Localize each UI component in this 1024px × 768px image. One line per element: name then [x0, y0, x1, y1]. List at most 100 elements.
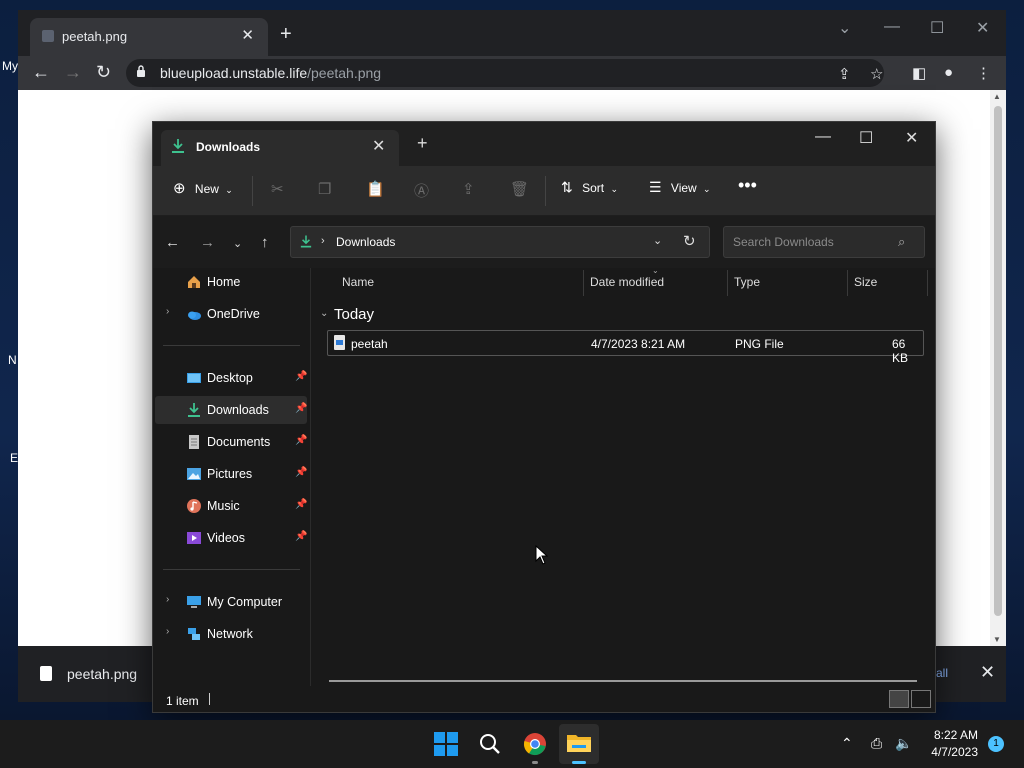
chevron-down-icon[interactable]: ⌄ — [653, 234, 662, 247]
show-all-link[interactable]: all — [936, 666, 948, 680]
page-scrollbar[interactable]: ▲ ▼ — [990, 90, 1006, 646]
view-button[interactable]: ☰ View ⌄ — [649, 179, 711, 196]
notification-badge[interactable]: 1 — [988, 736, 1004, 752]
column-divider[interactable] — [847, 270, 848, 296]
delete-icon[interactable]: 🗑 — [510, 180, 529, 198]
new-button[interactable]: ⊕ New ⌄ — [173, 179, 233, 197]
browser-tab[interactable]: peetah.png ✕ — [30, 18, 268, 56]
sidebar-item-documents[interactable]: Documents 📌 — [155, 428, 307, 456]
table-row[interactable]: peetah 4/7/2023 8:21 AM PNG File 66 KB — [327, 330, 924, 365]
clock-time[interactable]: 8:22 AM — [928, 728, 978, 742]
back-icon[interactable]: ← — [32, 62, 50, 82]
divider — [163, 569, 300, 570]
sidebar-item-desktop[interactable]: Desktop 📌 — [155, 364, 307, 392]
reload-icon[interactable]: ↻ — [96, 62, 111, 82]
group-header[interactable]: Today — [334, 306, 374, 323]
show-hidden-icons-icon[interactable]: ⌃ — [841, 735, 853, 752]
column-header-size[interactable]: Size — [854, 275, 877, 289]
details-view-icon[interactable] — [889, 690, 909, 708]
pin-icon[interactable]: 📌 — [295, 371, 307, 382]
pin-icon[interactable]: 📌 — [295, 435, 307, 446]
scroll-down-icon[interactable]: ▼ — [993, 635, 1001, 644]
minimize-icon[interactable]: — — [884, 18, 900, 36]
sidebar-item-my-computer[interactable]: › My Computer — [155, 588, 307, 616]
sidebar-item-videos[interactable]: Videos 📌 — [155, 524, 307, 552]
sidebar-item-network[interactable]: › Network — [155, 620, 307, 648]
rename-icon[interactable]: Ⓐ — [414, 180, 429, 201]
scroll-thumb[interactable] — [994, 106, 1002, 616]
sort-button[interactable]: ⇅ Sort ⌄ — [561, 179, 618, 196]
volume-icon[interactable]: 🔈 — [895, 735, 912, 752]
clock-date[interactable]: 4/7/2023 — [922, 745, 978, 759]
forward-icon[interactable]: → — [200, 234, 215, 251]
breadcrumb[interactable]: Downloads — [336, 235, 395, 249]
sidebar-item-music[interactable]: Music 📌 — [155, 492, 307, 520]
pin-icon[interactable]: 📌 — [295, 467, 307, 478]
sidebar-item-home[interactable]: Home — [155, 268, 307, 296]
expand-chevron-icon[interactable]: › — [166, 626, 169, 637]
expand-chevron-icon[interactable]: › — [166, 594, 169, 605]
desktop-icon — [187, 373, 201, 383]
sidebar-item-onedrive[interactable]: › OneDrive — [155, 300, 307, 328]
column-header-date[interactable]: Date modified — [590, 275, 664, 289]
explorer-tab[interactable]: Downloads ✕ — [161, 130, 399, 166]
group-collapse-icon[interactable]: ⌄ — [320, 308, 328, 319]
address-bar[interactable]: blueupload.unstable.life/peetah.png ⇪ ☆ — [126, 59, 884, 87]
close-window-icon[interactable]: ✕ — [976, 18, 989, 38]
scroll-up-icon[interactable]: ▲ — [993, 92, 1001, 101]
desktop-icon-label[interactable]: N — [8, 353, 17, 367]
tiles-view-icon[interactable] — [911, 690, 931, 708]
tab-search-icon[interactable]: ⌄ — [838, 18, 851, 38]
menu-icon[interactable]: ⋮ — [976, 64, 991, 82]
search-input[interactable]: Search Downloads ⌕ — [723, 226, 925, 258]
minimize-icon[interactable]: — — [815, 128, 831, 146]
horizontal-scrollbar[interactable] — [329, 680, 917, 682]
pin-icon[interactable]: 📌 — [295, 403, 307, 414]
maximize-icon[interactable]: ☐ — [859, 128, 873, 148]
start-button[interactable] — [426, 724, 466, 764]
column-divider[interactable] — [583, 270, 584, 296]
search-button[interactable] — [470, 724, 510, 764]
download-item[interactable]: peetah.png — [67, 666, 137, 682]
paste-icon[interactable]: 📋 — [366, 180, 385, 198]
share-icon[interactable]: ⇪ — [462, 180, 475, 198]
bookmark-star-icon[interactable]: ☆ — [870, 65, 883, 83]
share-icon[interactable]: ⇪ — [838, 65, 851, 83]
column-divider[interactable] — [927, 270, 928, 296]
pin-icon[interactable]: 📌 — [295, 531, 307, 542]
column-header-type[interactable]: Type — [734, 275, 760, 289]
download-folder-icon — [188, 403, 200, 417]
expand-chevron-icon[interactable]: › — [166, 306, 169, 317]
image-file-icon — [334, 335, 345, 350]
network-status-icon[interactable]: ⎙ — [871, 735, 882, 752]
explorer-tab-title: Downloads — [196, 140, 261, 154]
profile-icon[interactable]: ● — [944, 64, 953, 81]
side-panel-icon[interactable]: ◧ — [912, 64, 926, 82]
sidebar-item-downloads[interactable]: Downloads 📌 — [155, 396, 307, 424]
pin-icon[interactable]: 📌 — [295, 499, 307, 510]
copy-icon[interactable]: ❐ — [318, 180, 331, 198]
chrome-taskbar-button[interactable] — [515, 724, 555, 764]
close-shelf-icon[interactable]: ✕ — [980, 662, 995, 683]
new-tab-button[interactable]: + — [417, 134, 428, 152]
address-bar[interactable]: › Downloads ⌄ ↻ — [290, 226, 710, 258]
up-icon[interactable]: ↑ — [261, 234, 269, 251]
column-divider[interactable] — [727, 270, 728, 296]
more-options-icon[interactable]: ••• — [738, 175, 757, 196]
forward-icon[interactable]: → — [64, 62, 82, 82]
close-window-icon[interactable]: ✕ — [905, 128, 918, 148]
desktop-icon-label[interactable]: My — [2, 59, 18, 73]
desktop-icon-label[interactable]: E — [10, 451, 18, 465]
cut-icon[interactable]: ✂ — [271, 180, 284, 198]
back-icon[interactable]: ← — [165, 234, 180, 251]
new-tab-button[interactable]: + — [280, 24, 292, 44]
download-folder-icon — [300, 235, 312, 248]
sidebar-item-pictures[interactable]: Pictures 📌 — [155, 460, 307, 488]
maximize-icon[interactable]: ☐ — [930, 18, 944, 38]
refresh-icon[interactable]: ↻ — [683, 232, 696, 250]
close-tab-icon[interactable]: ✕ — [372, 136, 385, 156]
close-tab-icon[interactable]: ✕ — [241, 26, 254, 44]
recent-locations-icon[interactable]: ⌄ — [233, 237, 242, 250]
file-explorer-taskbar-button[interactable] — [559, 724, 599, 764]
column-header-name[interactable]: Name — [342, 275, 374, 289]
